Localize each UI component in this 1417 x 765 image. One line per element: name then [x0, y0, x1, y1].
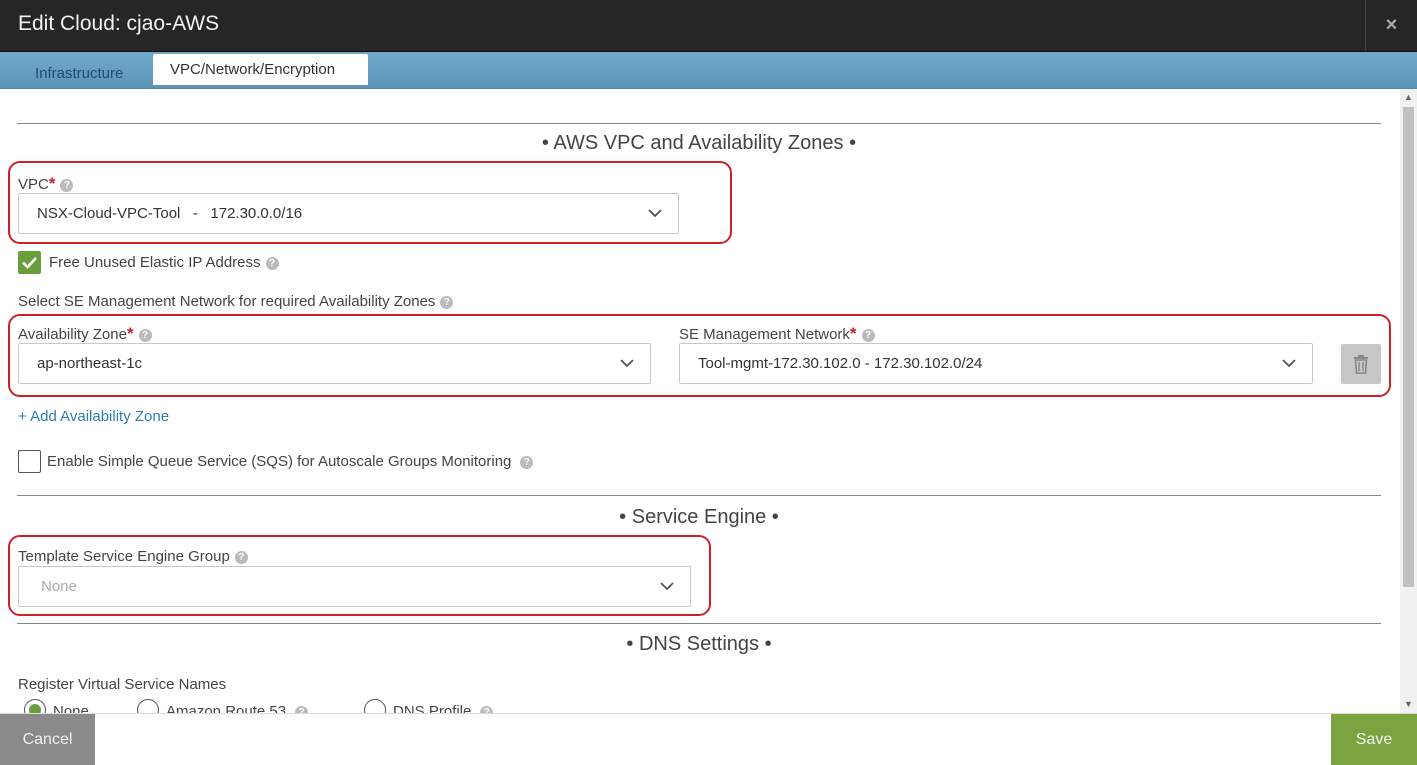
chevron-down-icon	[1282, 359, 1296, 368]
register-vs-names-label: Register Virtual Service Names	[18, 676, 227, 693]
vpc-label-text: VPC	[18, 176, 49, 193]
scroll-down-arrow-icon[interactable]: ▼	[1400, 696, 1417, 713]
content-scrollbar[interactable]: ▲ ▼	[1400, 89, 1417, 713]
template-se-group-select[interactable]: None	[18, 566, 691, 607]
se-section-title: • Service Engine •	[619, 506, 779, 528]
vpc-select-value: NSX-Cloud-VPC-Tool - 172.30.0.0/16	[37, 205, 303, 222]
scroll-up-arrow-icon[interactable]: ▲	[1400, 89, 1417, 106]
se-network-select-value: Tool-mgmt-172.30.102.0 - 172.30.102.0/24	[698, 355, 983, 372]
scrollbar-thumb[interactable]	[1403, 107, 1414, 587]
help-icon[interactable]: ?	[295, 706, 309, 713]
chevron-down-icon	[660, 582, 674, 591]
template-se-label: Template Service Engine Group?	[18, 548, 248, 565]
close-button[interactable]: ×	[1365, 0, 1417, 51]
free-eip-label: Free Unused Elastic IP Address?	[49, 254, 279, 271]
tab-infrastructure[interactable]: Infrastructure	[18, 58, 140, 89]
modal-footer: Cancel Save	[0, 713, 1417, 765]
radio-dns-profile-label: DNS Profile?	[393, 703, 494, 713]
add-availability-zone-link[interactable]: + Add Availability Zone	[18, 408, 169, 425]
help-icon[interactable]: ?	[861, 329, 875, 342]
az-label: Availability Zone*?	[18, 324, 152, 344]
radio-dns-profile[interactable]	[364, 699, 386, 713]
required-marker: *	[48, 174, 56, 193]
required-marker: *	[126, 324, 134, 343]
required-marker: *	[849, 324, 857, 343]
se-mgmt-prompt-text: Select SE Management Network for require…	[18, 293, 436, 310]
radio-dns-none-label: None	[53, 703, 89, 713]
close-icon: ×	[1385, 14, 1398, 36]
help-icon[interactable]: ?	[234, 551, 248, 564]
se-management-network-select[interactable]: Tool-mgmt-172.30.102.0 - 172.30.102.0/24	[679, 343, 1313, 384]
radio-dns-route53-label: Amazon Route 53?	[166, 703, 309, 713]
vpc-select[interactable]: NSX-Cloud-VPC-Tool - 172.30.0.0/16	[18, 193, 679, 234]
dns-section-title: • DNS Settings •	[626, 633, 772, 655]
section-divider	[17, 123, 1381, 124]
radio-dns-route53[interactable]	[137, 699, 159, 713]
radio-dns-none[interactable]	[24, 699, 46, 713]
section-divider	[17, 623, 1381, 624]
template-se-label-text: Template Service Engine Group	[18, 548, 230, 565]
chevron-down-icon	[648, 209, 662, 218]
chevron-down-icon	[620, 359, 634, 368]
se-mgmt-prompt: Select SE Management Network for require…	[18, 293, 454, 310]
tab-content: • AWS VPC and Availability Zones • VPC*?…	[0, 89, 1400, 713]
radio-dns-profile-text: DNS Profile	[393, 703, 472, 713]
modal-title: Edit Cloud: cjao-AWS	[18, 12, 220, 35]
aws-section-title: • AWS VPC and Availability Zones •	[541, 132, 857, 154]
help-icon[interactable]: ?	[480, 706, 494, 713]
sqs-label-text: Enable Simple Queue Service (SQS) for Au…	[47, 453, 512, 470]
help-icon[interactable]: ?	[440, 296, 454, 309]
free-eip-label-text: Free Unused Elastic IP Address	[49, 254, 261, 271]
help-icon[interactable]: ?	[138, 329, 152, 342]
trash-icon	[1354, 355, 1368, 374]
az-label-text: Availability Zone	[18, 326, 127, 343]
free-eip-checkbox[interactable]	[18, 251, 41, 274]
section-divider	[17, 495, 1381, 496]
help-icon[interactable]: ?	[60, 179, 74, 192]
save-button[interactable]: Save	[1331, 714, 1417, 765]
vpc-label: VPC*?	[18, 174, 74, 194]
cancel-button[interactable]: Cancel	[0, 714, 95, 765]
help-icon[interactable]: ?	[265, 257, 279, 270]
tab-vpc-network-encryption[interactable]: VPC/Network/Encryption	[153, 54, 368, 85]
delete-az-button[interactable]	[1341, 344, 1381, 384]
checkmark-icon	[22, 257, 37, 269]
az-select-value: ap-northeast-1c	[37, 355, 143, 372]
se-network-label-text: SE Management Network	[679, 326, 850, 343]
availability-zone-select[interactable]: ap-northeast-1c	[18, 343, 651, 384]
sqs-checkbox[interactable]	[18, 450, 41, 473]
title-bar: Edit Cloud: cjao-AWS ×	[0, 0, 1417, 52]
help-icon[interactable]: ?	[520, 456, 534, 469]
template-se-placeholder: None	[41, 578, 77, 595]
sqs-label: Enable Simple Queue Service (SQS) for Au…	[47, 453, 534, 470]
edit-cloud-modal: Edit Cloud: cjao-AWS × Infrastructure VP…	[0, 0, 1417, 765]
se-network-label: SE Management Network*?	[679, 324, 875, 344]
radio-dns-route53-text: Amazon Route 53	[166, 703, 287, 713]
